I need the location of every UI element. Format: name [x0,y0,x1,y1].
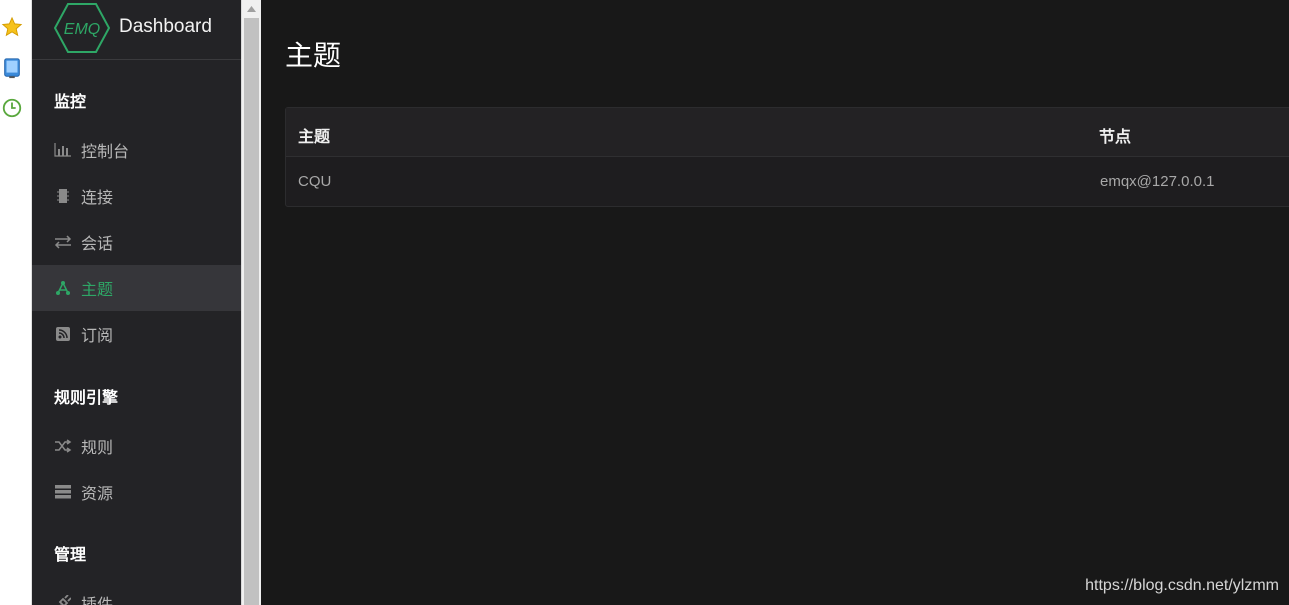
server-stack-icon [53,484,73,500]
sidebar-item-label: 插件 [81,595,114,605]
watermark: https://blog.csdn.net/ylzmm [1085,577,1279,594]
sidebar-item-rules[interactable]: 规则 [32,423,241,469]
browser-side-strip [0,0,32,605]
chip-icon [53,188,73,204]
rss-icon [53,326,73,342]
shuffle-icon [53,438,73,454]
page-title: 主题 [285,39,342,72]
sidebar-item-resources[interactable]: 资源 [32,469,241,515]
sidebar-item-dashboard[interactable]: 控制台 [32,127,241,173]
column-header-topic: 主题 [298,127,331,146]
swap-arrows-icon [53,234,73,250]
main-content: 主题 主题 节点 CQU emqx@127.0.0.1 https://blog… [261,0,1289,605]
sidebar-item-connections[interactable]: 连接 [32,173,241,219]
section-title-rule-engine: 规则引擎 [54,388,119,407]
sidebar: EMQ Dashboard 监控 控制台 连接 会话 主题 订阅 规则引擎 规则… [32,0,241,605]
sidebar-item-label: 控制台 [81,142,130,161]
scroll-thumb[interactable] [244,18,259,605]
table-header: 主题 节点 [286,108,1289,157]
sidebar-item-sessions[interactable]: 会话 [32,219,241,265]
plug-icon [53,595,73,605]
section-title-management: 管理 [54,545,87,564]
brand-header[interactable]: EMQ Dashboard [32,0,241,60]
history-clock-icon[interactable] [1,97,23,119]
sidebar-scrollbar[interactable] [241,0,261,605]
star-icon[interactable] [1,16,23,38]
scroll-up-arrow-icon[interactable] [242,0,261,17]
brand-name: Dashboard [119,16,212,37]
section-title-monitor: 监控 [54,92,87,111]
sidebar-item-label: 主题 [81,280,114,299]
sidebar-item-label: 订阅 [81,326,114,345]
sidebar-item-label: 会话 [81,234,114,253]
logo-text: EMQ [64,21,100,38]
sidebar-item-label: 规则 [81,438,114,457]
cell-topic: CQU [298,173,332,190]
sidebar-item-label: 连接 [81,188,114,207]
bar-chart-icon [53,142,73,158]
cell-node: emqx@127.0.0.1 [1100,173,1215,190]
emq-logo: EMQ [54,3,110,53]
table-row[interactable]: CQU emqx@127.0.0.1 [286,157,1289,207]
topics-table: 主题 节点 CQU emqx@127.0.0.1 [285,107,1289,207]
sidebar-item-subscriptions[interactable]: 订阅 [32,311,241,357]
topic-nodes-icon [53,280,73,296]
column-header-node: 节点 [1099,127,1132,146]
sidebar-item-topics[interactable]: 主题 [32,265,241,311]
sidebar-item-plugins[interactable]: 插件 [32,580,241,605]
tablet-icon[interactable] [1,57,23,79]
sidebar-item-label: 资源 [81,484,114,503]
